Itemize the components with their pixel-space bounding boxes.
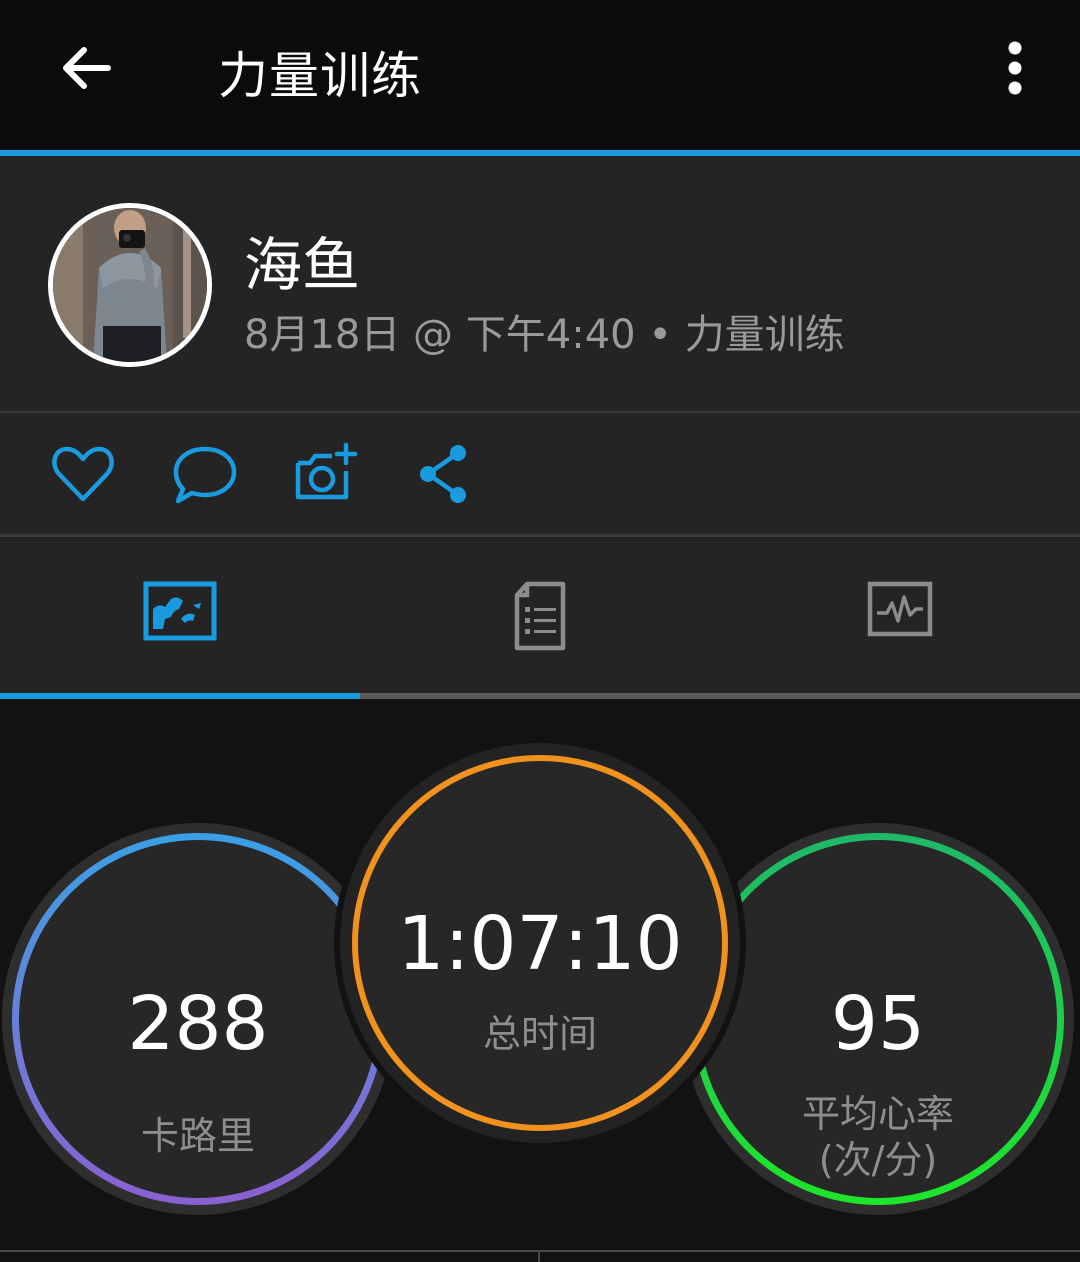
total-time-ring: 1:07:10 总时间 bbox=[340, 743, 740, 1143]
avg-heart-rate-value: 95 bbox=[830, 981, 926, 1067]
list-document-icon bbox=[514, 581, 566, 651]
avatar[interactable] bbox=[48, 203, 212, 367]
comment-button[interactable] bbox=[170, 441, 240, 507]
back-button[interactable] bbox=[56, 38, 116, 98]
arrow-left-icon bbox=[63, 47, 111, 89]
stats-panel: 288 卡路里 95 平均心率 (次/分) 1:07:10 总时间 bbox=[0, 699, 1080, 1262]
calories-ring: 288 卡路里 bbox=[2, 823, 394, 1215]
avg-heart-rate-unit: (次/分) bbox=[818, 1138, 938, 1182]
share-button[interactable] bbox=[410, 441, 480, 507]
like-button[interactable] bbox=[48, 441, 118, 507]
tab-bar bbox=[0, 537, 1080, 693]
more-vertical-icon bbox=[1008, 41, 1022, 95]
add-photo-button[interactable] bbox=[290, 441, 360, 507]
more-options-button[interactable] bbox=[1000, 40, 1030, 96]
total-time-label: 总时间 bbox=[482, 1012, 597, 1056]
tab-stats[interactable] bbox=[720, 537, 1080, 693]
total-time-value: 1:07:10 bbox=[397, 901, 683, 987]
calories-label: 卡路里 bbox=[140, 1114, 255, 1158]
divider bbox=[538, 1250, 540, 1262]
tab-details[interactable] bbox=[360, 537, 720, 693]
heart-icon bbox=[52, 446, 114, 502]
action-bar bbox=[0, 413, 1080, 534]
avg-heart-rate-label: 平均心率 bbox=[801, 1092, 954, 1136]
user-name[interactable]: 海鱼 bbox=[244, 218, 360, 302]
divider bbox=[0, 1250, 1080, 1252]
activity-meta: 8月18日 @ 下午4:40 • 力量训练 bbox=[244, 312, 845, 358]
heart-rate-chart-icon bbox=[867, 581, 933, 637]
activity-owner-section: 海鱼 8月18日 @ 下午4:40 • 力量训练 bbox=[0, 156, 1080, 411]
app-bar: 力量训练 bbox=[0, 0, 1080, 150]
comment-icon bbox=[173, 446, 237, 504]
page-title: 力量训练 bbox=[218, 47, 422, 105]
overview-chart-icon bbox=[143, 581, 217, 641]
calories-value: 288 bbox=[127, 981, 269, 1067]
share-icon bbox=[420, 445, 466, 503]
avatar-photo bbox=[53, 208, 207, 362]
avg-heart-rate-ring: 95 平均心率 (次/分) bbox=[682, 823, 1074, 1215]
camera-plus-icon bbox=[295, 442, 358, 500]
tab-overview[interactable] bbox=[0, 537, 360, 693]
